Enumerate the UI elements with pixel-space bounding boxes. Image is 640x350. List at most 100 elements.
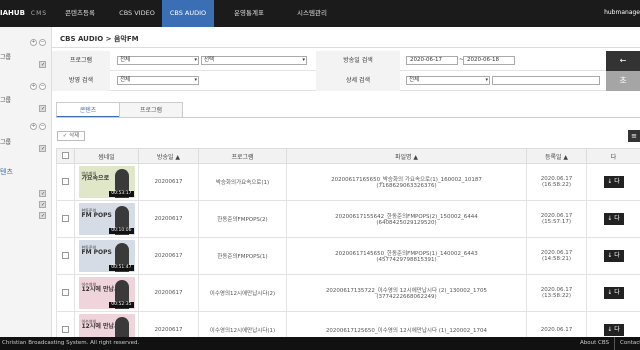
sidebar-group-label: 그룹 — [0, 54, 12, 61]
download-button[interactable]: ↓ 다 — [603, 287, 624, 299]
reg-date: 2020.06.17 (14:58:21) — [526, 237, 587, 275]
download-button[interactable]: ↓ 다 — [603, 176, 624, 188]
tab-programs[interactable]: 프로그램 — [119, 102, 183, 118]
duration-badge: 00:53:17 — [109, 191, 134, 197]
list-view-icon[interactable]: ≡ — [628, 130, 640, 142]
divider — [56, 117, 640, 118]
add-icon[interactable]: + — [30, 39, 37, 46]
copyright-text: Christian Broadcasting System. All right… — [2, 340, 140, 346]
sidebar-checkbox[interactable] — [39, 212, 46, 219]
collapse-icon[interactable]: − — [39, 123, 46, 130]
header-reg-date[interactable]: 등록일 ▲ — [526, 148, 587, 164]
program-select[interactable]: 전체 — [117, 56, 199, 65]
detail-select[interactable]: 전체 — [406, 76, 490, 85]
table-row[interactable]: 이수영의 12시에 만납시다 00:52:35 20200617 이수영의12시에만납시… — [56, 274, 640, 312]
main-content: CBS AUDIO > 음악FM 프로그램 전체 선택 방송일 검색 2020-… — [52, 27, 640, 349]
thumbnail-cell[interactable]: 한동준의 FM POPS 00:51:47 — [74, 237, 139, 275]
sidebar: + − 그룹 + − 그룹 + − 그룹 텐츠 — [0, 27, 52, 337]
row-checkbox[interactable] — [62, 251, 69, 259]
type-select[interactable]: 전체 — [117, 76, 199, 85]
contact-link[interactable]: Contact — [614, 337, 640, 350]
nav-statistics[interactable]: 운영통계표 — [220, 0, 278, 27]
sidebar-checkbox[interactable] — [39, 61, 46, 68]
detail-label: 상세 검색 — [316, 71, 400, 91]
search-button[interactable]: ← — [606, 51, 640, 71]
nav-cbs-audio[interactable]: CBS AUDIO — [162, 0, 214, 27]
date-from-input[interactable]: 2020-06-17 — [406, 56, 458, 65]
header-thumbnail: 썸네일 — [74, 148, 139, 164]
broadcast-date: 20200617 — [138, 200, 199, 238]
row-checkbox[interactable] — [62, 325, 69, 333]
duration-badge: 00:52:35 — [109, 302, 134, 308]
sidebar-checkbox[interactable] — [39, 201, 46, 208]
tab-contents[interactable]: 콘텐츠 — [56, 102, 120, 118]
divider — [52, 47, 640, 48]
row-checkbox-cell[interactable] — [56, 274, 75, 312]
thumbnail[interactable]: 한동준의 FM POPS 00:51:47 — [78, 240, 135, 272]
type-label: 방영 검색 — [52, 71, 110, 91]
app-logo[interactable]: IAHUB CMS — [0, 9, 47, 17]
top-navigation-bar: IAHUB CMS 콘텐츠등록 CBS VIDEO CBS AUDIO 운영통계표… — [0, 0, 640, 27]
about-link[interactable]: About CBS — [580, 337, 609, 350]
date-to-input[interactable]: 2020-06-18 — [463, 56, 515, 65]
sidebar-checkbox[interactable] — [39, 145, 46, 152]
download-cell: ↓ 다 — [586, 163, 640, 201]
table-row[interactable]: 한동준의 FM POPS 00:10:06 20200617 한동준의FMPOPS(2)… — [56, 200, 640, 238]
broadcast-date: 20200617 — [138, 274, 199, 312]
header-filename[interactable]: 파일명 ▲ — [286, 148, 527, 164]
download-button[interactable]: ↓ 다 — [603, 324, 624, 336]
duration-badge: 00:51:47 — [109, 265, 134, 271]
add-icon[interactable]: + — [30, 123, 37, 130]
thumbnail[interactable]: 박승화의 가요속으로 00:53:17 — [78, 166, 135, 198]
row-checkbox-cell[interactable] — [56, 237, 75, 275]
sidebar-group-label: 그룹 — [0, 97, 12, 104]
add-icon[interactable]: + — [30, 83, 37, 90]
thumbnail-text: 한동준의 FM POPS — [81, 245, 112, 256]
reg-date: 2020.06.17 (16:58:22) — [526, 163, 587, 201]
sidebar-group-label: 그룹 — [0, 139, 12, 146]
breadcrumb: CBS AUDIO > 음악FM — [60, 35, 139, 43]
program-name: 박승화의가요속으로(1) — [198, 163, 287, 201]
row-checkbox-cell[interactable] — [56, 200, 75, 238]
reset-button[interactable]: 초 — [606, 71, 640, 91]
sidebar-item-contents[interactable]: 텐츠 — [0, 167, 13, 177]
user-name[interactable]: hubmanage — [604, 9, 640, 16]
nav-system-admin[interactable]: 시스템관리 — [280, 0, 344, 27]
delete-button[interactable]: ✓ 삭제 — [57, 131, 85, 141]
thumbnail[interactable]: 한동준의 FM POPS 00:10:06 — [78, 203, 135, 235]
download-button[interactable]: ↓ 다 — [603, 213, 624, 225]
download-cell: ↓ 다 — [586, 200, 640, 238]
collapse-icon[interactable]: − — [39, 39, 46, 46]
table-row[interactable]: 한동준의 FM POPS 00:51:47 20200617 한동준의FMPOPS(1)… — [56, 237, 640, 275]
detail-input[interactable] — [492, 76, 600, 85]
program-label: 프로그램 — [52, 51, 110, 71]
file-name: 20200617135722_이수영의 12시에만납시다 (2)_130002_… — [286, 274, 527, 312]
row-checkbox[interactable] — [62, 288, 69, 296]
download-button[interactable]: ↓ 다 — [603, 250, 624, 262]
row-checkbox-cell[interactable] — [56, 163, 75, 201]
header-download: 다 — [586, 148, 640, 164]
sidebar-checkbox[interactable] — [39, 190, 46, 197]
broadcast-date: 20200617 — [138, 163, 199, 201]
thumbnail-cell[interactable]: 이수영의 12시에 만납시다 00:52:35 — [74, 274, 139, 312]
nav-content-register[interactable]: 콘텐츠등록 — [48, 0, 112, 27]
thumbnail-cell[interactable]: 한동준의 FM POPS 00:10:06 — [74, 200, 139, 238]
footer: Christian Broadcasting System. All right… — [0, 337, 640, 350]
collapse-icon[interactable]: − — [39, 83, 46, 90]
header-broadcast-date[interactable]: 방송일 ▲ — [138, 148, 199, 164]
program-name: 한동준의FMPOPS(2) — [198, 200, 287, 238]
thumbnail-cell[interactable]: 박승화의 가요속으로 00:53:17 — [74, 163, 139, 201]
select-all-checkbox[interactable] — [62, 151, 69, 159]
row-checkbox[interactable] — [62, 214, 69, 222]
table-row[interactable]: 박승화의 가요속으로 00:53:17 20200617 박승화의가요속으로(1) 202… — [56, 163, 640, 201]
program-detail-select[interactable]: 선택 — [201, 56, 307, 65]
duration-badge: 00:10:06 — [109, 228, 134, 234]
date-label: 방송일 검색 — [316, 51, 400, 71]
nav-cbs-video[interactable]: CBS VIDEO — [112, 0, 162, 27]
reg-date: 2020.06.17 (15:57:17) — [526, 200, 587, 238]
thumbnail[interactable]: 이수영의 12시에 만납시다 00:52:35 — [78, 277, 135, 309]
select-all-checkbox-cell[interactable] — [56, 148, 75, 164]
file-name: 20200617165650_박승화의 가요속으로(1)_160002_1018… — [286, 163, 527, 201]
sidebar-checkbox[interactable] — [39, 105, 46, 112]
row-checkbox[interactable] — [62, 177, 69, 185]
